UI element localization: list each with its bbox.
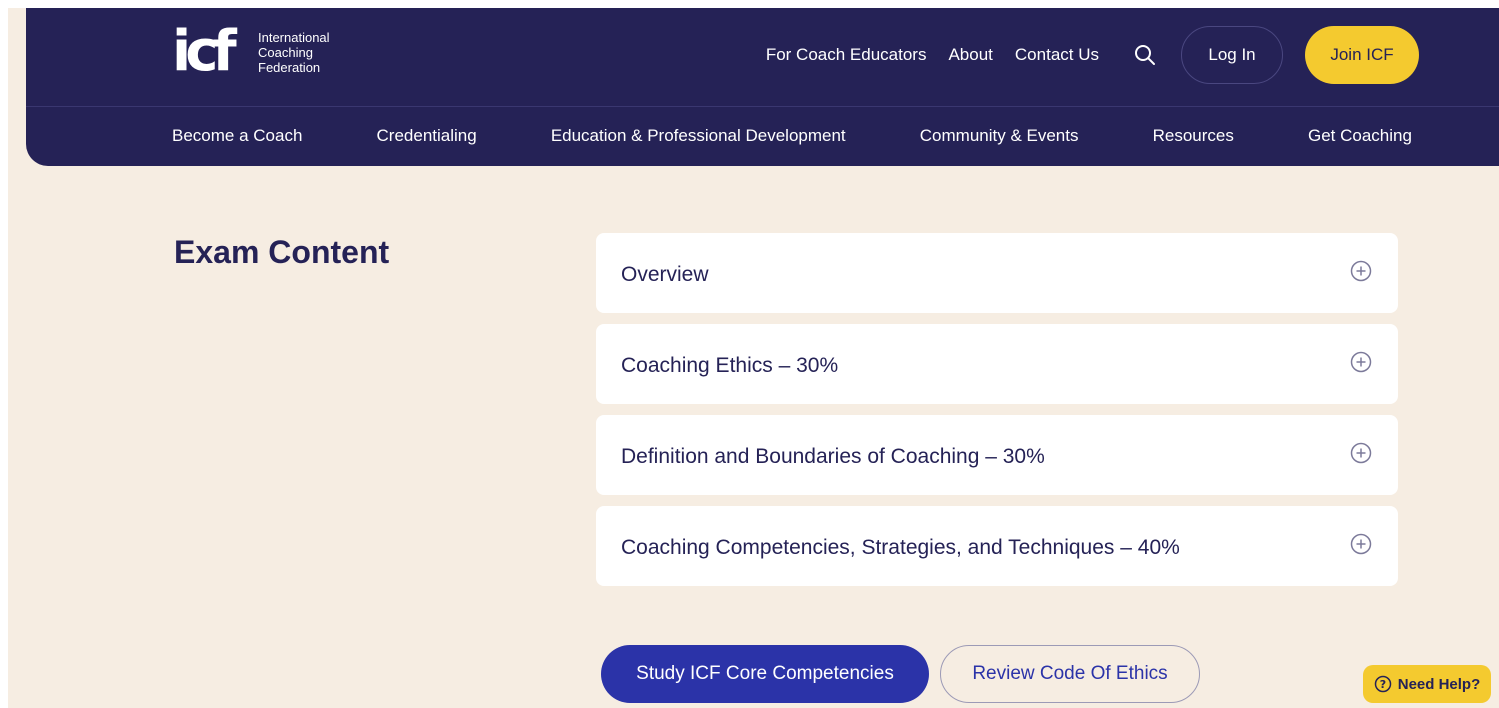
page: icf International Coaching Federation Fo… xyxy=(8,8,1499,708)
logo-text: International Coaching Federation xyxy=(258,30,330,75)
nav-link-coach-educators[interactable]: For Coach Educators xyxy=(766,45,927,65)
logo-text-line: International xyxy=(258,29,330,45)
accordion-item-overview[interactable]: Overview xyxy=(596,233,1398,313)
main-nav-get-coaching[interactable]: Get Coaching xyxy=(1308,126,1412,146)
nav-link-contact[interactable]: Contact Us xyxy=(1015,45,1099,65)
main-nav-resources[interactable]: Resources xyxy=(1153,126,1234,146)
accordion-item-label: Coaching Ethics – 30% xyxy=(621,354,839,377)
main-nav-education[interactable]: Education & Professional Development xyxy=(551,126,846,146)
logo-text-line: Federation xyxy=(258,59,321,75)
logo-text-line: Coaching xyxy=(258,44,313,60)
cta-buttons: Study ICF Core Competencies Review Code … xyxy=(601,645,1200,703)
nav-link-about[interactable]: About xyxy=(948,45,992,65)
question-circle-icon: ? xyxy=(1374,675,1391,693)
accordion-item-label: Overview xyxy=(621,263,709,286)
header-divider xyxy=(26,106,1499,107)
need-help-button[interactable]: ? Need Help? xyxy=(1363,665,1491,703)
main-nav-community[interactable]: Community & Events xyxy=(920,126,1079,146)
login-button[interactable]: Log In xyxy=(1181,26,1283,84)
search-icon[interactable] xyxy=(1133,43,1157,67)
plus-circle-icon[interactable] xyxy=(1350,442,1372,464)
plus-circle-icon[interactable] xyxy=(1350,533,1372,555)
accordion-item-coaching-ethics[interactable]: Coaching Ethics – 30% xyxy=(596,324,1398,404)
page-title: Exam Content xyxy=(174,234,390,270)
plus-circle-icon[interactable] xyxy=(1350,351,1372,373)
review-code-of-ethics-button[interactable]: Review Code Of Ethics xyxy=(940,645,1200,703)
icf-logo[interactable]: icf International Coaching Federation xyxy=(172,19,330,84)
need-help-label: Need Help? xyxy=(1397,675,1481,693)
join-button[interactable]: Join ICF xyxy=(1305,26,1419,84)
svg-text:?: ? xyxy=(1380,678,1386,691)
accordion-item-competencies[interactable]: Coaching Competencies, Strategies, and T… xyxy=(596,506,1398,586)
accordion-item-label: Coaching Competencies, Strategies, and T… xyxy=(621,536,1180,559)
main-nav-credentialing[interactable]: Credentialing xyxy=(377,126,477,146)
main-nav: Become a Coach Credentialing Education &… xyxy=(172,126,1412,146)
main-nav-become-coach[interactable]: Become a Coach xyxy=(172,126,302,146)
exam-content-accordion: Overview Coaching Ethics – 30% Definitio… xyxy=(596,233,1398,597)
site-header: icf International Coaching Federation Fo… xyxy=(26,8,1499,166)
logo-mark: icf xyxy=(172,19,237,84)
plus-circle-icon[interactable] xyxy=(1350,260,1372,282)
accordion-item-label: Definition and Boundaries of Coaching – … xyxy=(621,445,1045,468)
study-core-competencies-button[interactable]: Study ICF Core Competencies xyxy=(601,645,929,703)
utility-nav: For Coach Educators About Contact Us Log… xyxy=(744,26,1419,84)
accordion-item-definition-boundaries[interactable]: Definition and Boundaries of Coaching – … xyxy=(596,415,1398,495)
